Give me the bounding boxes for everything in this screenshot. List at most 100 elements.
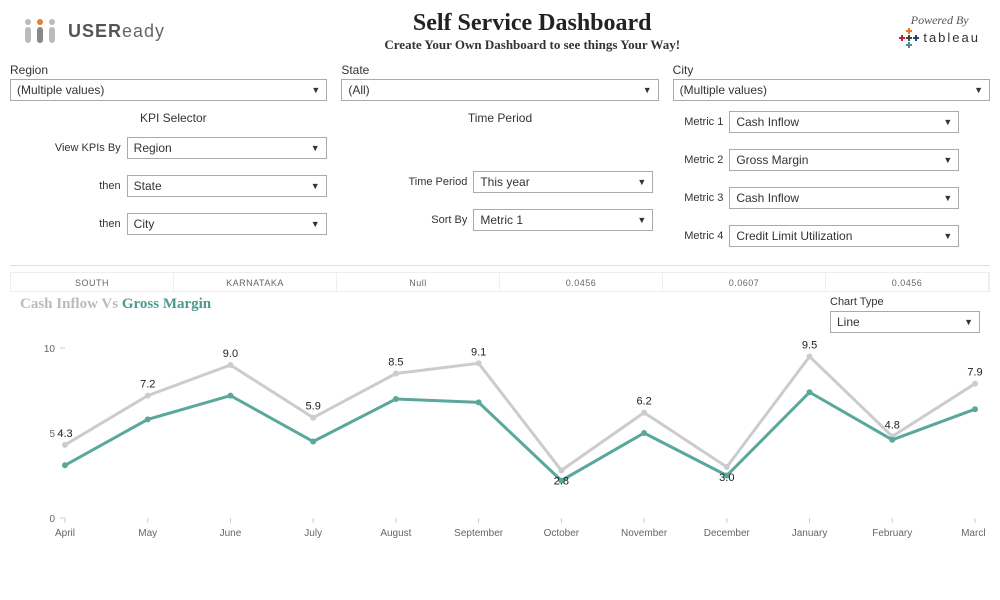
- powered-by-label: Powered By: [899, 13, 980, 28]
- filter-region-value: (Multiple values): [17, 83, 104, 97]
- metric3-value: Cash Inflow: [736, 191, 799, 205]
- page-title-block: Self Service Dashboard Create Your Own D…: [165, 10, 899, 53]
- chart-header: Cash Inflow Vs Gross Margin Chart Type L…: [0, 292, 1000, 333]
- kpi-level1-value: Region: [134, 141, 172, 155]
- chevron-down-icon: ▼: [943, 155, 952, 165]
- chart-title: Cash Inflow Vs Gross Margin: [20, 296, 211, 313]
- metric2-value: Gross Margin: [736, 153, 808, 167]
- metric1-select[interactable]: Cash Inflow ▼: [729, 111, 959, 133]
- chevron-down-icon: ▼: [637, 177, 646, 187]
- svg-text:July: July: [304, 528, 322, 539]
- page-title: Self Service Dashboard: [165, 10, 899, 37]
- kpi-level3-value: City: [134, 217, 155, 231]
- kpi-level3-select[interactable]: City ▼: [127, 213, 327, 235]
- time-heading: Time Period: [347, 111, 654, 125]
- kpi-heading: KPI Selector: [20, 111, 327, 125]
- chevron-down-icon: ▼: [643, 85, 652, 95]
- svg-text:September: September: [454, 528, 504, 539]
- filter-state-select[interactable]: (All) ▼: [341, 79, 658, 101]
- chart-title-vs: Vs: [98, 296, 122, 312]
- chart-type-select[interactable]: Line ▼: [830, 311, 980, 333]
- metric3-select[interactable]: Cash Inflow ▼: [729, 187, 959, 209]
- chevron-down-icon: ▼: [311, 85, 320, 95]
- powered-by: Powered By tableau: [899, 13, 980, 51]
- metric2-label: Metric 2: [673, 154, 723, 166]
- time-period-select[interactable]: This year ▼: [473, 171, 653, 193]
- svg-text:2.8: 2.8: [554, 475, 569, 487]
- filter-city-value: (Multiple values): [680, 83, 767, 97]
- svg-text:October: October: [544, 528, 580, 539]
- selectors: KPI Selector View KPIs By Region ▼ then …: [0, 109, 1000, 263]
- tableau-icon: [899, 28, 919, 48]
- sort-by-select[interactable]: Metric 1 ▼: [473, 209, 653, 231]
- metric4-value: Credit Limit Utilization: [736, 229, 852, 243]
- sort-by-label: Sort By: [431, 214, 467, 226]
- svg-text:9.5: 9.5: [802, 340, 817, 352]
- svg-text:5: 5: [49, 429, 55, 440]
- svg-text:January: January: [792, 528, 828, 539]
- filter-region-label: Region: [10, 63, 327, 77]
- data-cell-3: Null: [337, 273, 500, 291]
- useready-logo: USEReady: [20, 17, 165, 47]
- top-filters: Region (Multiple values) ▼ State (All) ▼…: [0, 58, 1000, 109]
- time-period-value: This year: [480, 175, 529, 189]
- chart-type-label: Chart Type: [830, 296, 980, 308]
- svg-text:April: April: [55, 528, 75, 539]
- page-subtitle: Create Your Own Dashboard to see things …: [165, 37, 899, 53]
- chevron-down-icon: ▼: [943, 193, 952, 203]
- metric1-label: Metric 1: [673, 116, 723, 128]
- data-cell-4: 0.0456: [500, 273, 663, 291]
- svg-text:10: 10: [44, 344, 56, 355]
- svg-text:7.2: 7.2: [140, 379, 155, 391]
- chevron-down-icon: ▼: [637, 215, 646, 225]
- useready-icon: [20, 17, 60, 47]
- tableau-logo: tableau: [899, 28, 980, 48]
- svg-text:August: August: [380, 528, 411, 539]
- svg-text:9.1: 9.1: [471, 346, 486, 358]
- filter-city-select[interactable]: (Multiple values) ▼: [673, 79, 990, 101]
- filter-city-label: City: [673, 63, 990, 77]
- time-period-label: Time Period: [408, 176, 467, 188]
- chart-type-block: Chart Type Line ▼: [830, 296, 980, 333]
- sort-by-value: Metric 1: [480, 213, 523, 227]
- chart-type-value: Line: [837, 315, 860, 329]
- svg-text:February: February: [872, 528, 912, 539]
- svg-text:8.5: 8.5: [388, 357, 403, 369]
- time-period-col: Time Period Time Period This year ▼ Sort…: [337, 111, 664, 263]
- svg-text:7.9: 7.9: [967, 367, 982, 379]
- kpi-selector-col: KPI Selector View KPIs By Region ▼ then …: [10, 111, 337, 263]
- metric4-select[interactable]: Credit Limit Utilization ▼: [729, 225, 959, 247]
- filter-state-value: (All): [348, 83, 369, 97]
- chevron-down-icon: ▼: [311, 181, 320, 191]
- chart-title-b: Gross Margin: [122, 296, 211, 312]
- metric4-label: Metric 4: [673, 230, 723, 242]
- data-cell-6: 0.0456: [826, 273, 989, 291]
- metrics-col: Metric 1 Cash Inflow ▼ Metric 2 Gross Ma…: [663, 111, 990, 263]
- filter-state-label: State: [341, 63, 658, 77]
- chevron-down-icon: ▼: [311, 219, 320, 229]
- chevron-down-icon: ▼: [311, 143, 320, 153]
- data-preview-row: SOUTH KARNATAKA Null 0.0456 0.0607 0.045…: [10, 272, 990, 292]
- svg-text:0: 0: [49, 514, 55, 525]
- filter-region-select[interactable]: (Multiple values) ▼: [10, 79, 327, 101]
- kpi-level2-select[interactable]: State ▼: [127, 175, 327, 197]
- svg-text:March: March: [961, 528, 985, 539]
- filter-city: City (Multiple values) ▼: [673, 63, 990, 101]
- data-cell-2: KARNATAKA: [174, 273, 337, 291]
- data-cell-1: SOUTH: [11, 273, 174, 291]
- kpi-level2-value: State: [134, 179, 162, 193]
- kpi-level1-select[interactable]: Region ▼: [127, 137, 327, 159]
- chevron-down-icon: ▼: [964, 317, 973, 327]
- svg-text:5.9: 5.9: [306, 401, 321, 413]
- svg-text:December: December: [704, 528, 751, 539]
- metric3-label: Metric 3: [673, 192, 723, 204]
- then-label-2: then: [99, 218, 120, 230]
- chevron-down-icon: ▼: [943, 117, 952, 127]
- metric1-value: Cash Inflow: [736, 115, 799, 129]
- then-label-1: then: [99, 180, 120, 192]
- svg-text:9.0: 9.0: [223, 348, 238, 360]
- svg-text:3.0: 3.0: [719, 472, 734, 484]
- metric2-select[interactable]: Gross Margin ▼: [729, 149, 959, 171]
- chevron-down-icon: ▼: [943, 231, 952, 241]
- tableau-text: tableau: [923, 30, 980, 45]
